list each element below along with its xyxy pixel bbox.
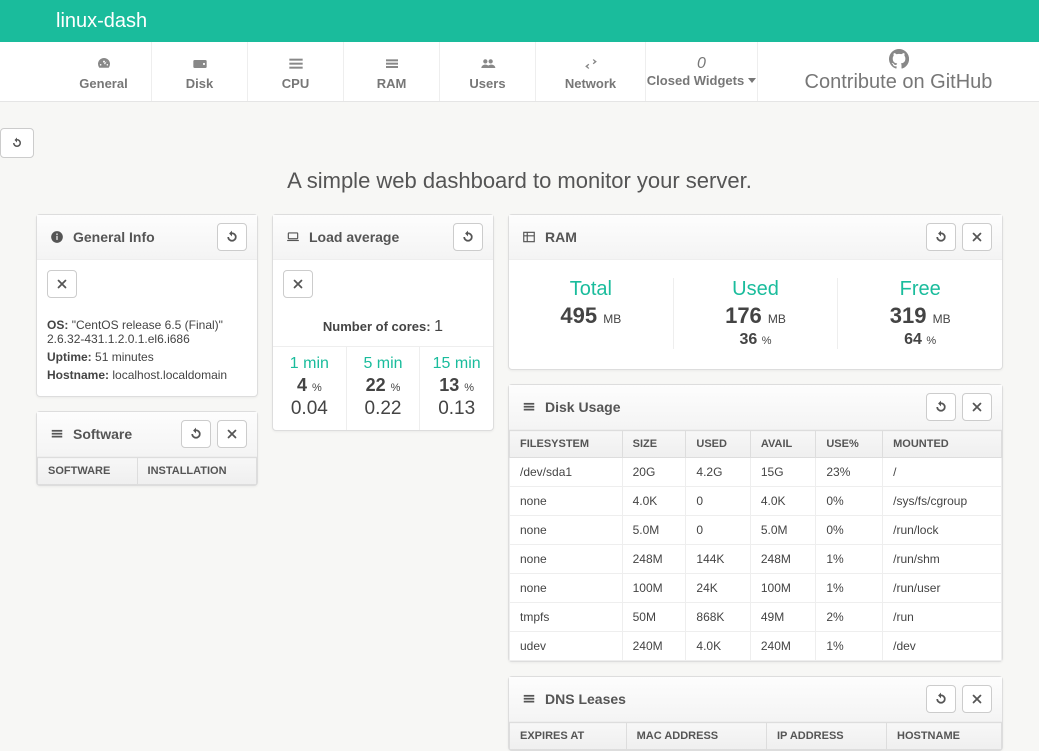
col-software: SOFTWARE bbox=[38, 458, 138, 485]
cores-value: 1 bbox=[434, 318, 443, 335]
close-icon bbox=[55, 277, 69, 291]
nav-closed-widgets[interactable]: 0 Closed Widgets bbox=[646, 42, 758, 101]
load-col: 15 min13 %0.13 bbox=[420, 347, 493, 430]
ram-total: 495 bbox=[560, 303, 597, 328]
table-row: none100M24K100M1%/run/user bbox=[510, 574, 1002, 603]
panel-software: Software SOFTWARE INSTALLATION bbox=[36, 411, 258, 486]
brand-bar: linux-dash bbox=[0, 0, 1039, 42]
list-icon bbox=[47, 427, 67, 441]
os-value: "CentOS release 6.5 (Final)" 2.6.32-431.… bbox=[47, 318, 223, 346]
panel-ram: RAM Total 495 MB Used 176 MB 36 % Free bbox=[508, 214, 1003, 370]
hostname-value: localhost.localdomain bbox=[112, 368, 227, 382]
bars-icon bbox=[382, 52, 402, 76]
refresh-icon bbox=[934, 230, 948, 244]
close-icon bbox=[225, 427, 239, 441]
widget-grid: General Info OS: "CentOS release 6.5 (Fi… bbox=[0, 194, 1039, 751]
table-header: FILESYSTEM bbox=[510, 431, 623, 458]
refresh-icon bbox=[189, 427, 203, 441]
table-row: none5.0M05.0M0%/run/lock bbox=[510, 516, 1002, 545]
close-icon bbox=[970, 692, 984, 706]
panel-body: OS: "CentOS release 6.5 (Final)" 2.6.32-… bbox=[37, 308, 257, 396]
users-icon bbox=[477, 52, 499, 76]
table-row: none4.0K04.0K0%/sys/fs/cgroup bbox=[510, 487, 1002, 516]
brand-title: linux-dash bbox=[56, 10, 147, 33]
hero: A simple web dashboard to monitor your s… bbox=[0, 128, 1039, 194]
table-header: HOSTNAME bbox=[887, 723, 1002, 750]
nav-bar: General Disk CPU RAM Users Network 0 Clo… bbox=[0, 42, 1039, 102]
table-header: EXPIRES AT bbox=[510, 723, 627, 750]
info-icon bbox=[47, 230, 67, 244]
close-button[interactable] bbox=[283, 270, 313, 298]
cores-row: Number of cores: 1 bbox=[273, 308, 493, 346]
ram-stats: Total 495 MB Used 176 MB 36 % Free 319 M… bbox=[509, 260, 1002, 369]
panel-title: General Info bbox=[73, 229, 217, 245]
refresh-button[interactable] bbox=[926, 393, 956, 421]
hero-tagline: A simple web dashboard to monitor your s… bbox=[0, 168, 1039, 194]
refresh-all-button[interactable] bbox=[0, 128, 34, 158]
disk-table: FILESYSTEMSIZEUSEDAVAILUSE%MOUNTED /dev/… bbox=[509, 430, 1002, 661]
exchange-icon bbox=[580, 52, 602, 76]
list-icon bbox=[519, 692, 539, 706]
nav-disk[interactable]: Disk bbox=[152, 42, 248, 101]
close-button[interactable] bbox=[47, 270, 77, 298]
refresh-icon bbox=[934, 692, 948, 706]
table-header: IP ADDRESS bbox=[767, 723, 887, 750]
refresh-icon bbox=[225, 230, 239, 244]
nav-github[interactable]: Contribute on GitHub bbox=[758, 42, 1039, 101]
table-row: /dev/sda120G4.2G15G23%/ bbox=[510, 458, 1002, 487]
table-row: tmpfs50M868K49M2%/run bbox=[510, 603, 1002, 632]
panel-load-average: Load average Number of cores: 1 1 min4 %… bbox=[272, 214, 494, 431]
close-button[interactable] bbox=[962, 223, 992, 251]
list-icon bbox=[519, 400, 539, 414]
table-row: none248M144K248M1%/run/shm bbox=[510, 545, 1002, 574]
refresh-button[interactable] bbox=[926, 223, 956, 251]
ram-free: 319 bbox=[890, 303, 927, 328]
ram-used-pct: 36 bbox=[739, 331, 757, 348]
refresh-icon bbox=[934, 400, 948, 414]
nav-network[interactable]: Network bbox=[536, 42, 646, 101]
close-button[interactable] bbox=[217, 420, 247, 448]
load-col: 5 min22 %0.22 bbox=[347, 347, 421, 430]
refresh-button[interactable] bbox=[181, 420, 211, 448]
col-installation: INSTALLATION bbox=[137, 458, 256, 485]
panel-disk-usage: Disk Usage FILESYSTEMSIZEUSEDAVAILUSE%MO… bbox=[508, 384, 1003, 662]
dns-table: EXPIRES ATMAC ADDRESSIP ADDRESSHOSTNAME bbox=[509, 722, 1002, 750]
table-icon bbox=[519, 230, 539, 244]
nav-users[interactable]: Users bbox=[440, 42, 536, 101]
table-header: AVAIL bbox=[750, 431, 815, 458]
nav-general[interactable]: General bbox=[56, 42, 152, 101]
table-row: udev240M4.0K240M1%/dev bbox=[510, 632, 1002, 661]
nav-cpu[interactable]: CPU bbox=[248, 42, 344, 101]
close-icon bbox=[291, 277, 305, 291]
caret-down-icon bbox=[748, 78, 756, 83]
uptime-value: 51 minutes bbox=[95, 350, 154, 364]
close-button[interactable] bbox=[962, 393, 992, 421]
load-col: 1 min4 %0.04 bbox=[273, 347, 347, 430]
refresh-button[interactable] bbox=[217, 223, 247, 251]
table-header: MAC ADDRESS bbox=[626, 723, 766, 750]
tasks-icon bbox=[286, 52, 306, 76]
table-header: MOUNTED bbox=[883, 431, 1002, 458]
hdd-icon bbox=[190, 52, 210, 76]
software-table: SOFTWARE INSTALLATION bbox=[37, 457, 257, 485]
github-icon bbox=[889, 49, 909, 69]
table-header: SIZE bbox=[622, 431, 686, 458]
panel-general-info: General Info OS: "CentOS release 6.5 (Fi… bbox=[36, 214, 258, 397]
dashboard-icon bbox=[94, 52, 114, 76]
nav-ram[interactable]: RAM bbox=[344, 42, 440, 101]
close-icon bbox=[970, 230, 984, 244]
refresh-button[interactable] bbox=[453, 223, 483, 251]
panel-dns-leases: DNS Leases EXPIRES ATMAC ADDRESSIP ADDRE… bbox=[508, 676, 1003, 751]
refresh-icon bbox=[11, 136, 23, 150]
ram-free-pct: 64 bbox=[904, 331, 922, 348]
ram-used: 176 bbox=[725, 303, 762, 328]
table-header: USE% bbox=[816, 431, 883, 458]
table-header: USED bbox=[686, 431, 750, 458]
laptop-icon bbox=[283, 230, 303, 244]
refresh-icon bbox=[461, 230, 475, 244]
close-icon bbox=[970, 400, 984, 414]
panel-header: General Info bbox=[37, 215, 257, 260]
